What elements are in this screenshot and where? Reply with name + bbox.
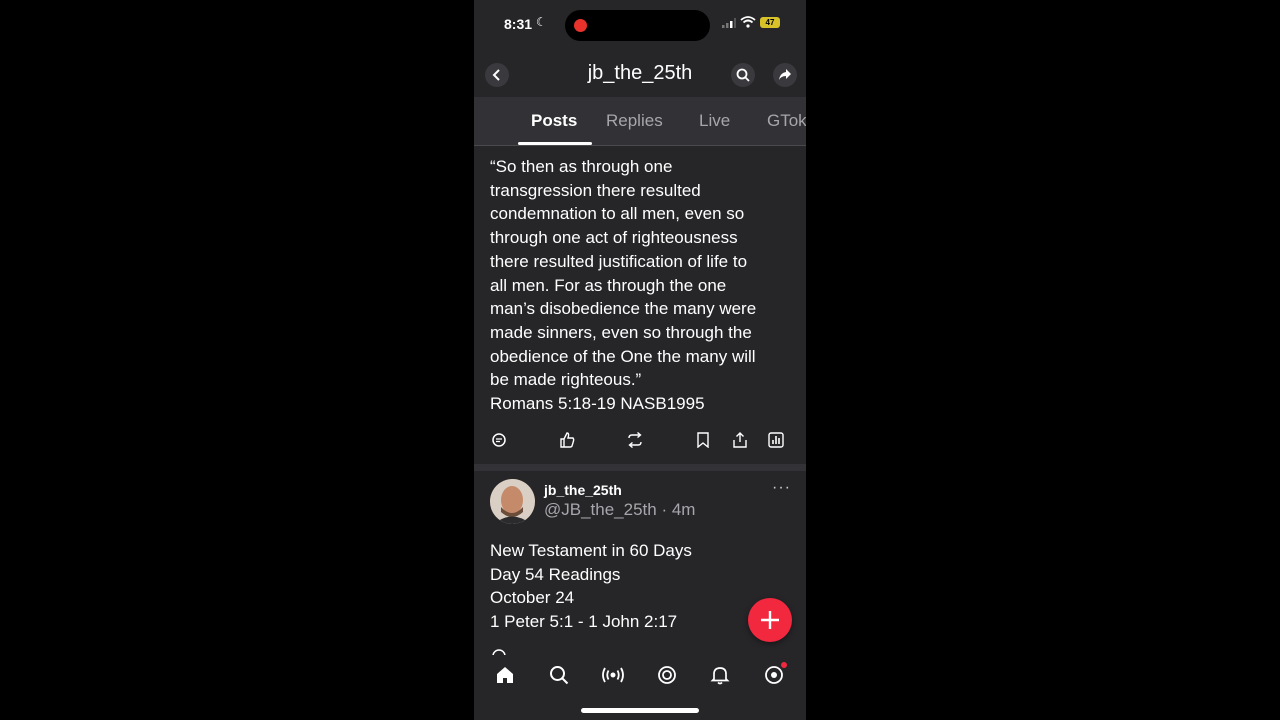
profile-header: jb_the_25th xyxy=(474,50,806,97)
post-body: “So then as through one transgression th… xyxy=(490,157,757,414)
status-time: 8:31 xyxy=(504,16,533,32)
tab-replies[interactable]: Replies xyxy=(606,111,663,131)
gtok-icon xyxy=(658,666,676,684)
search-button[interactable] xyxy=(731,63,755,87)
like-icon[interactable] xyxy=(559,432,575,448)
active-tab-indicator xyxy=(518,142,592,145)
post-actions xyxy=(474,432,806,452)
home-indicator xyxy=(581,708,699,713)
share-profile-button[interactable] xyxy=(773,63,797,87)
signal-icon xyxy=(722,18,736,28)
notification-badge xyxy=(781,662,787,668)
live-icon xyxy=(602,667,624,683)
battery-indicator: 47 xyxy=(760,17,780,28)
avatar-photo xyxy=(490,479,535,524)
bookmark-icon[interactable] xyxy=(696,432,710,448)
nav-home[interactable] xyxy=(493,663,517,687)
profile-icon xyxy=(765,666,783,684)
page-title: jb_the_25th xyxy=(587,62,693,84)
tab-live[interactable]: Live xyxy=(699,111,730,131)
dynamic-island xyxy=(565,10,710,41)
nav-live[interactable] xyxy=(601,663,625,687)
wifi-icon xyxy=(740,16,756,28)
comment-icon[interactable] xyxy=(491,432,507,448)
nav-profile[interactable] xyxy=(762,662,787,687)
post-divider xyxy=(474,464,806,471)
phone-screen: 8:31 ☾ 47 jb_the_25th Posts Replies Live… xyxy=(474,0,806,720)
recording-icon xyxy=(574,19,587,32)
profile-tabs: Posts Replies Live GTok xyxy=(474,97,806,146)
search-icon xyxy=(550,666,569,685)
nav-gtok[interactable] xyxy=(655,663,679,687)
plus-icon xyxy=(761,611,779,629)
share-icon xyxy=(779,69,791,80)
status-bar: 8:31 ☾ 47 xyxy=(474,0,806,50)
post-author-handle: @JB_the_25th · 4m xyxy=(544,500,696,519)
stats-icon[interactable] xyxy=(768,432,784,448)
nav-notifications[interactable] xyxy=(708,663,732,687)
nav-search[interactable] xyxy=(547,663,571,687)
search-icon xyxy=(736,68,750,82)
notifications-icon xyxy=(710,667,730,685)
tab-posts[interactable]: Posts xyxy=(531,111,577,131)
share-icon[interactable] xyxy=(732,432,748,448)
post-author-name[interactable]: jb_the_25th xyxy=(544,482,622,498)
avatar[interactable] xyxy=(490,479,535,524)
more-options-button[interactable]: ··· xyxy=(772,479,791,497)
moon-icon: ☾ xyxy=(536,15,547,29)
repost-icon[interactable] xyxy=(626,432,644,448)
tab-gtok[interactable]: GTok xyxy=(767,111,806,131)
home-icon xyxy=(497,667,513,683)
compose-button[interactable] xyxy=(748,598,792,642)
post-body: New Testament in 60 Days Day 54 Readings… xyxy=(490,541,692,632)
